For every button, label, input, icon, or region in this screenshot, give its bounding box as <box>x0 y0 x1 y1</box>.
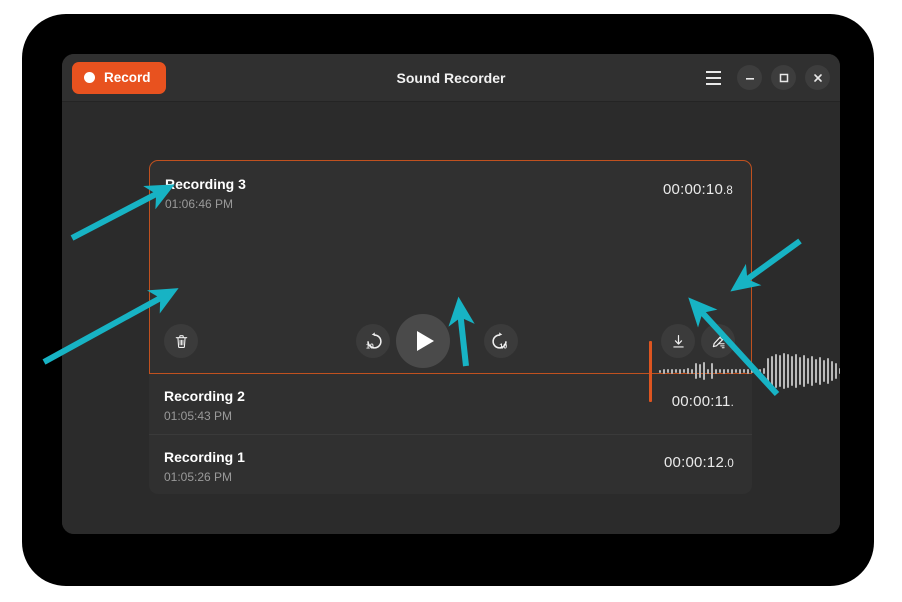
waveform-bar <box>675 369 677 373</box>
close-button[interactable] <box>805 65 830 90</box>
trash-icon <box>175 334 187 348</box>
record-dot-icon <box>84 72 95 83</box>
hamburger-menu-icon[interactable] <box>700 65 726 91</box>
waveform-bar <box>831 361 833 381</box>
recording-card-header: Recording 3 01:06:46 PM 00:00:10.8 <box>150 161 751 213</box>
record-button[interactable]: Record <box>72 61 166 94</box>
recording-meta: Recording 3 01:06:46 PM <box>165 175 246 213</box>
waveform-bar <box>723 368 725 374</box>
waveform-bar <box>707 368 709 374</box>
recording-duration-fraction: .0 <box>724 458 734 470</box>
record-button-label: Record <box>104 70 151 85</box>
waveform-bar <box>779 355 781 387</box>
svg-text:10: 10 <box>366 344 374 351</box>
waveform-bar <box>819 357 821 385</box>
rewind-10-button[interactable]: 10 <box>356 324 390 358</box>
waveform-bar <box>803 355 805 387</box>
waveform-bar <box>691 368 693 374</box>
waveform-bar <box>663 368 665 374</box>
waveform-bar <box>775 354 777 388</box>
svg-text:10: 10 <box>499 344 507 351</box>
export-recording-button[interactable] <box>661 324 695 358</box>
recording-timestamp: 01:05:43 PM <box>164 409 233 423</box>
screenshot-root: Record Sound Recorder Recording 3 01:06:… <box>0 0 902 602</box>
recording-duration-main: 00:00:10 <box>663 181 723 198</box>
waveform-bar <box>715 368 717 374</box>
waveform-bar <box>791 356 793 386</box>
window-content: Recording 3 01:06:46 PM 00:00:10.8 10 10… <box>62 102 840 534</box>
recording-meta: Recording 2 01:05:43 PM <box>164 387 245 425</box>
rename-recording-button[interactable] <box>701 324 735 358</box>
sound-recorder-window: Record Sound Recorder Recording 3 01:06:… <box>62 54 840 534</box>
waveform-bar <box>731 368 733 374</box>
recording-duration: 00:00:10.8 <box>663 175 733 198</box>
play-button[interactable] <box>396 314 450 368</box>
close-icon <box>813 73 822 82</box>
waveform-bar <box>767 358 769 384</box>
delete-recording-button[interactable] <box>164 324 198 358</box>
recording-duration: 00:00:12.0 <box>664 448 734 471</box>
waveform-bar <box>671 368 673 374</box>
recording-duration-main: 00:00:12 <box>664 454 724 471</box>
waveform-bar <box>727 369 729 373</box>
waveform-bar <box>839 368 840 374</box>
waveform-bar <box>815 359 817 383</box>
waveform-bar <box>755 368 757 374</box>
recording-timestamp: 01:06:46 PM <box>165 197 234 211</box>
maximize-button[interactable] <box>771 65 796 90</box>
recording-name: Recording 2 <box>164 388 245 404</box>
recording-timestamp: 01:05:26 PM <box>164 470 233 484</box>
waveform-bar <box>835 363 837 379</box>
waveform-bar <box>771 356 773 386</box>
minimize-icon <box>745 77 754 80</box>
waveform-bar <box>807 358 809 384</box>
waveform-bar <box>747 368 749 374</box>
minimize-button[interactable] <box>737 65 762 90</box>
waveform-bar <box>739 368 741 374</box>
forward-10-icon: 10 <box>492 332 507 351</box>
waveform-bar <box>759 368 761 374</box>
waveform-bar <box>659 369 661 373</box>
play-icon <box>417 331 434 351</box>
window-headerbar: Record Sound Recorder <box>62 54 840 102</box>
waveform-bar <box>763 368 765 374</box>
window-controls-group <box>700 65 830 91</box>
export-download-icon <box>672 334 684 348</box>
waveform-bar <box>679 368 681 374</box>
waveform-bar <box>735 369 737 373</box>
playback-controls: 10 10 <box>150 313 751 369</box>
recording-row[interactable]: Recording 1 01:05:26 PM 00:00:12.0 <box>149 434 752 494</box>
waveform-bar <box>827 358 829 384</box>
waveform-bar <box>795 354 797 388</box>
recording-duration-fraction: .8 <box>723 185 733 197</box>
pencil-edit-icon <box>712 334 725 348</box>
recording-card-expanded[interactable]: Recording 3 01:06:46 PM 00:00:10.8 10 10 <box>149 160 840 402</box>
recording-name: Recording 3 <box>165 176 246 192</box>
waveform-bar <box>811 356 813 386</box>
recordings-list: Recording 3 01:06:46 PM 00:00:10.8 10 10… <box>149 160 840 494</box>
waveform-bar <box>823 360 825 382</box>
waveform-bar <box>743 369 745 373</box>
waveform-bar <box>787 354 789 388</box>
rewind-10-icon: 10 <box>366 332 382 351</box>
waveform-bar <box>667 369 669 373</box>
waveform-bar <box>719 369 721 373</box>
waveform-bar <box>799 357 801 385</box>
waveform-bar <box>783 353 785 389</box>
forward-10-button[interactable]: 10 <box>484 324 518 358</box>
maximize-icon <box>779 73 788 82</box>
waveform-bar <box>751 369 753 373</box>
waveform-bar <box>683 369 685 373</box>
recording-meta: Recording 1 01:05:26 PM <box>164 448 245 486</box>
recording-name: Recording 1 <box>164 449 245 465</box>
